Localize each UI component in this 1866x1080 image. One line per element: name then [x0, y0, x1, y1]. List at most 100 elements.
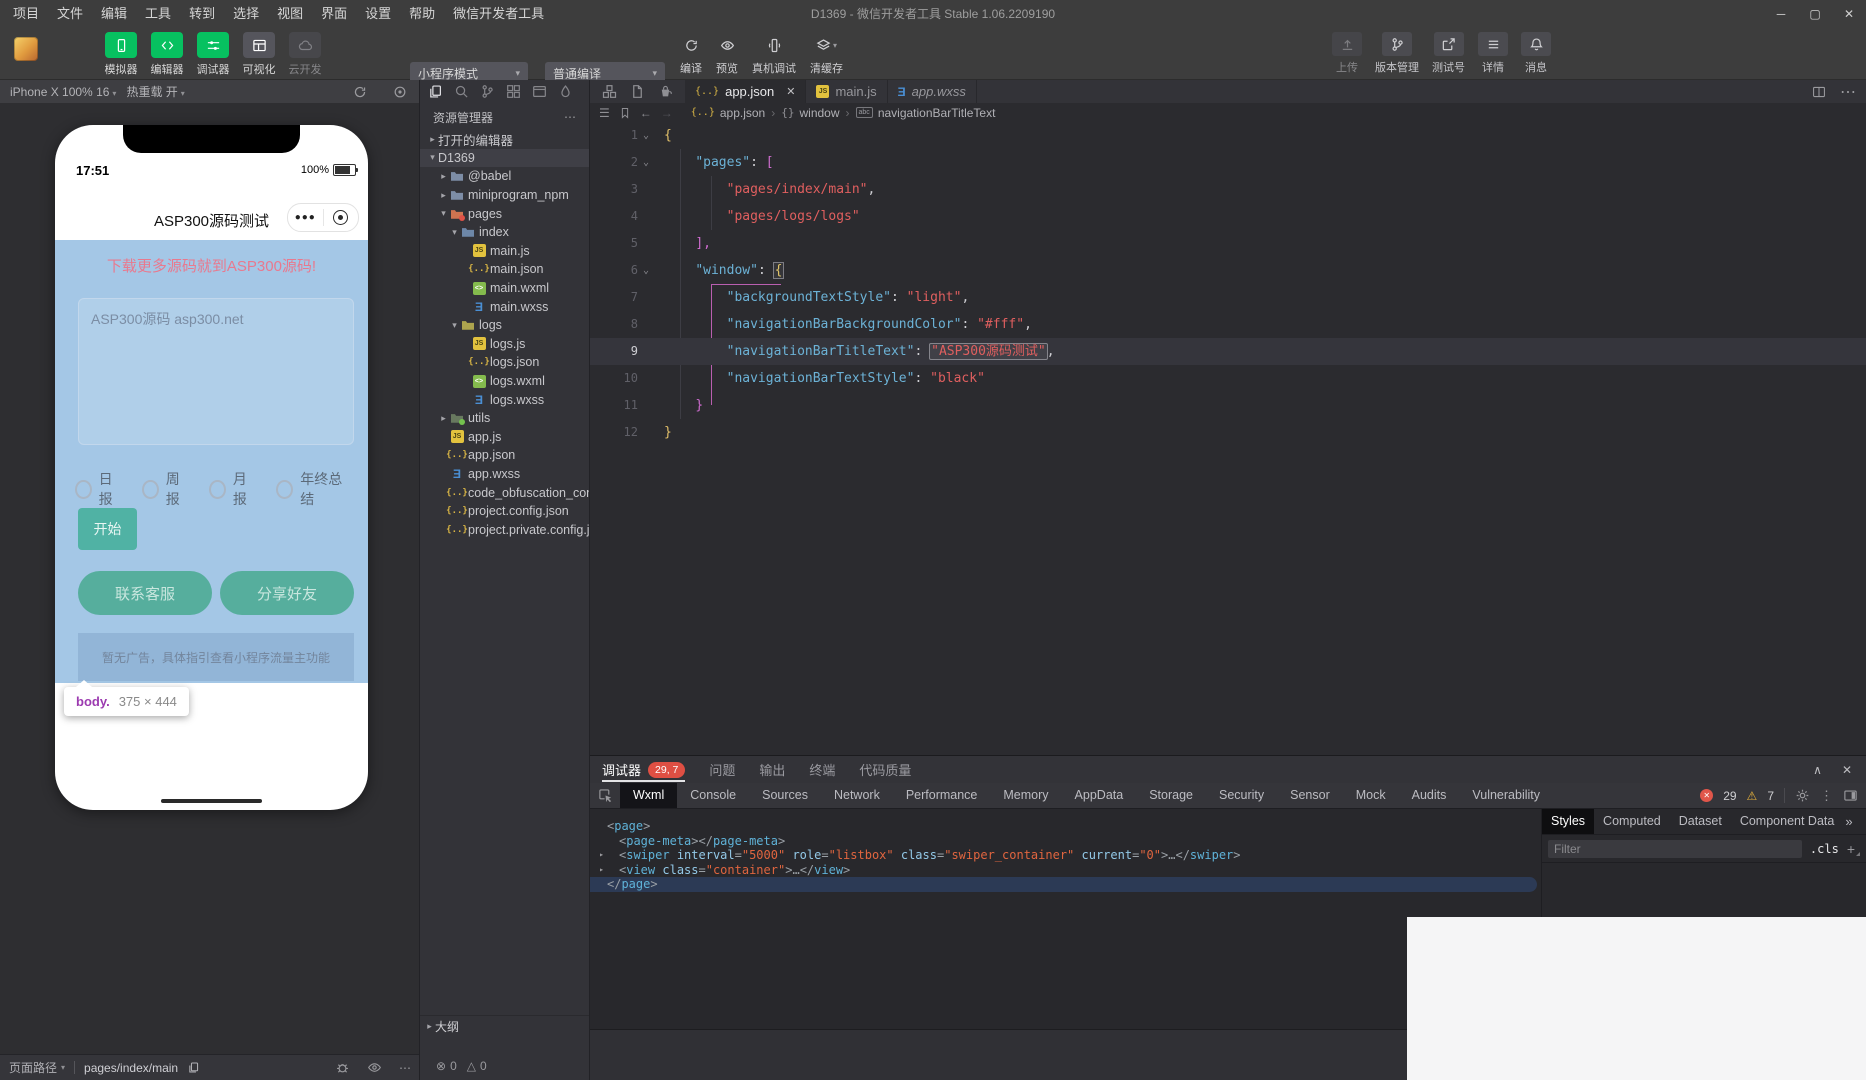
devtools-tab[interactable]: Security: [1206, 783, 1277, 808]
code-line[interactable]: 3 "pages/index/main",: [590, 176, 1866, 203]
breadcrumb-item[interactable]: {..}app.json: [691, 106, 765, 120]
menu-item[interactable]: 微信开发者工具: [444, 0, 553, 27]
menu-item[interactable]: 项目: [4, 0, 48, 27]
menu-item[interactable]: 工具: [136, 0, 180, 27]
code-line[interactable]: 2⌄ "pages": [: [590, 149, 1866, 176]
breadcrumb-item[interactable]: abcnavigationBarTitleText: [856, 106, 996, 120]
refresh-icon[interactable]: [353, 85, 367, 99]
branch-icon[interactable]: [480, 84, 495, 99]
text-input-area[interactable]: ASP300源码 asp300.net: [78, 298, 354, 445]
devtools-tab[interactable]: Sensor: [1277, 783, 1343, 808]
more-menu-icon[interactable]: ●●●: [288, 204, 323, 231]
menu-item[interactable]: 转到: [180, 0, 224, 27]
close-target-icon[interactable]: [324, 210, 359, 225]
tree-item[interactable]: Ǝapp.wxss: [420, 465, 589, 484]
devtools-tab[interactable]: Console: [677, 783, 749, 808]
radio-option[interactable]: 月报: [209, 469, 256, 509]
radio-option[interactable]: 日报: [75, 469, 122, 509]
devtools-tab[interactable]: Wxml: [620, 783, 677, 808]
code-line[interactable]: 4 "pages/logs/logs": [590, 203, 1866, 230]
editor-tab[interactable]: {..}app.json✕: [685, 80, 806, 103]
add-style-button[interactable]: +: [1847, 841, 1860, 857]
styles-sidebar-tab[interactable]: Dataset: [1670, 809, 1731, 834]
page-icon[interactable]: [630, 84, 645, 99]
debugger-tab[interactable]: 输出: [747, 756, 797, 783]
tree-section[interactable]: ▾D1369: [420, 149, 589, 168]
toolbar-button[interactable]: 详情: [1478, 32, 1508, 75]
record-icon[interactable]: [393, 85, 407, 99]
tree-item[interactable]: JSapp.js: [420, 428, 589, 447]
radio-option[interactable]: 周报: [142, 469, 189, 509]
debugger-tab[interactable]: 问题: [697, 756, 747, 783]
drop-icon[interactable]: [558, 84, 573, 99]
grid2-icon[interactable]: [602, 84, 617, 99]
page-path-selector[interactable]: 页面路径▾: [9, 1059, 65, 1076]
tree-item[interactable]: ▾logs: [420, 316, 589, 335]
dom-tree-row[interactable]: <page>: [590, 819, 1541, 834]
devtools-tab[interactable]: Vulnerability: [1459, 783, 1553, 808]
dom-tree-row[interactable]: <page-meta></page-meta>: [590, 834, 1541, 849]
menu-item[interactable]: 文件: [48, 0, 92, 27]
more-actions-icon[interactable]: ⋯: [399, 1061, 411, 1075]
tree-item[interactable]: <>logs.wxml: [420, 372, 589, 391]
collapse-panel-icon[interactable]: ∧: [1813, 763, 1822, 777]
toolbar-button[interactable]: 可视化: [240, 32, 278, 77]
debugger-tab[interactable]: 终端: [797, 756, 847, 783]
dom-tree-row[interactable]: ▸<view class="container">…</view>: [590, 863, 1541, 878]
outline-section[interactable]: ▸ 大纲: [420, 1015, 589, 1036]
split-editor-icon[interactable]: [1812, 85, 1826, 99]
kebab-menu-icon[interactable]: ⋮: [1820, 788, 1833, 804]
toggle-class-button[interactable]: .cls: [1810, 842, 1839, 856]
devtools-tab[interactable]: AppData: [1062, 783, 1137, 808]
code-line[interactable]: 11 }: [590, 392, 1866, 419]
toolbar-button[interactable]: 版本管理: [1375, 32, 1419, 75]
toolbar-button[interactable]: 云开发: [286, 32, 324, 77]
code-line[interactable]: 9 "navigationBarTitleText": "ASP300源码测试"…: [590, 338, 1866, 365]
devtools-tab[interactable]: Sources: [749, 783, 821, 808]
debugger-tab[interactable]: 代码质量: [847, 756, 923, 783]
filter-input[interactable]: [1548, 840, 1802, 858]
code-line[interactable]: 6⌄ "window": {: [590, 257, 1866, 284]
close-tab-icon[interactable]: ✕: [786, 85, 795, 98]
inspect-element-icon[interactable]: [590, 788, 620, 803]
code-area[interactable]: 1⌄{2⌄ "pages": [3 "pages/index/main",4 "…: [590, 122, 1866, 755]
dom-tree-row[interactable]: ▸<swiper interval="5000" role="listbox" …: [590, 848, 1541, 863]
tree-item[interactable]: JSlogs.js: [420, 335, 589, 354]
menu-item[interactable]: 帮助: [400, 0, 444, 27]
code-line[interactable]: 7 "backgroundTextStyle": "light",: [590, 284, 1866, 311]
menu-item[interactable]: 界面: [312, 0, 356, 27]
bookmark-icon[interactable]: [619, 107, 631, 119]
toolbar-button[interactable]: 模拟器: [102, 32, 140, 77]
toolbar-button[interactable]: 调试器: [194, 32, 232, 77]
editor-tab[interactable]: JSmain.js: [806, 80, 887, 103]
tree-item[interactable]: {..}project.private.config.js…: [420, 520, 589, 539]
code-line[interactable]: 10 "navigationBarTextStyle": "black": [590, 365, 1866, 392]
copy-icon[interactable]: [187, 1061, 200, 1074]
tree-item[interactable]: {..}logs.json: [420, 353, 589, 372]
files-icon[interactable]: [428, 84, 443, 99]
devtools-tab[interactable]: Network: [821, 783, 893, 808]
toolbar-button[interactable]: 编译: [680, 34, 702, 76]
tree-item[interactable]: ▸@babel: [420, 167, 589, 186]
forward-icon[interactable]: →: [661, 106, 673, 120]
devtools-tab[interactable]: Performance: [893, 783, 991, 808]
hot-reload-toggle[interactable]: 热重载 开▾: [126, 83, 184, 100]
devtools-tab[interactable]: Storage: [1136, 783, 1206, 808]
contact-service-button[interactable]: 联系客服: [78, 571, 212, 615]
more-actions-icon[interactable]: ⋯: [1840, 82, 1856, 102]
grid-icon[interactable]: [506, 84, 521, 99]
code-line[interactable]: 12}: [590, 419, 1866, 446]
tree-item[interactable]: ▸miniprogram_npm: [420, 186, 589, 205]
toolbar-button[interactable]: 编辑器: [148, 32, 186, 77]
tree-item[interactable]: {..}main.json: [420, 260, 589, 279]
window-icon[interactable]: [532, 84, 547, 99]
toolbar-button[interactable]: 真机调试: [752, 34, 796, 76]
breadcrumb-item[interactable]: {}window: [781, 106, 839, 120]
tree-item[interactable]: ▾pages: [420, 204, 589, 223]
tree-item[interactable]: ▾index: [420, 223, 589, 242]
menu-item[interactable]: 选择: [224, 0, 268, 27]
maximize-icon[interactable]: ▢: [1798, 0, 1832, 27]
teapot-icon[interactable]: [658, 84, 673, 99]
tree-item[interactable]: Ǝlogs.wxss: [420, 390, 589, 409]
code-line[interactable]: 5 ],: [590, 230, 1866, 257]
